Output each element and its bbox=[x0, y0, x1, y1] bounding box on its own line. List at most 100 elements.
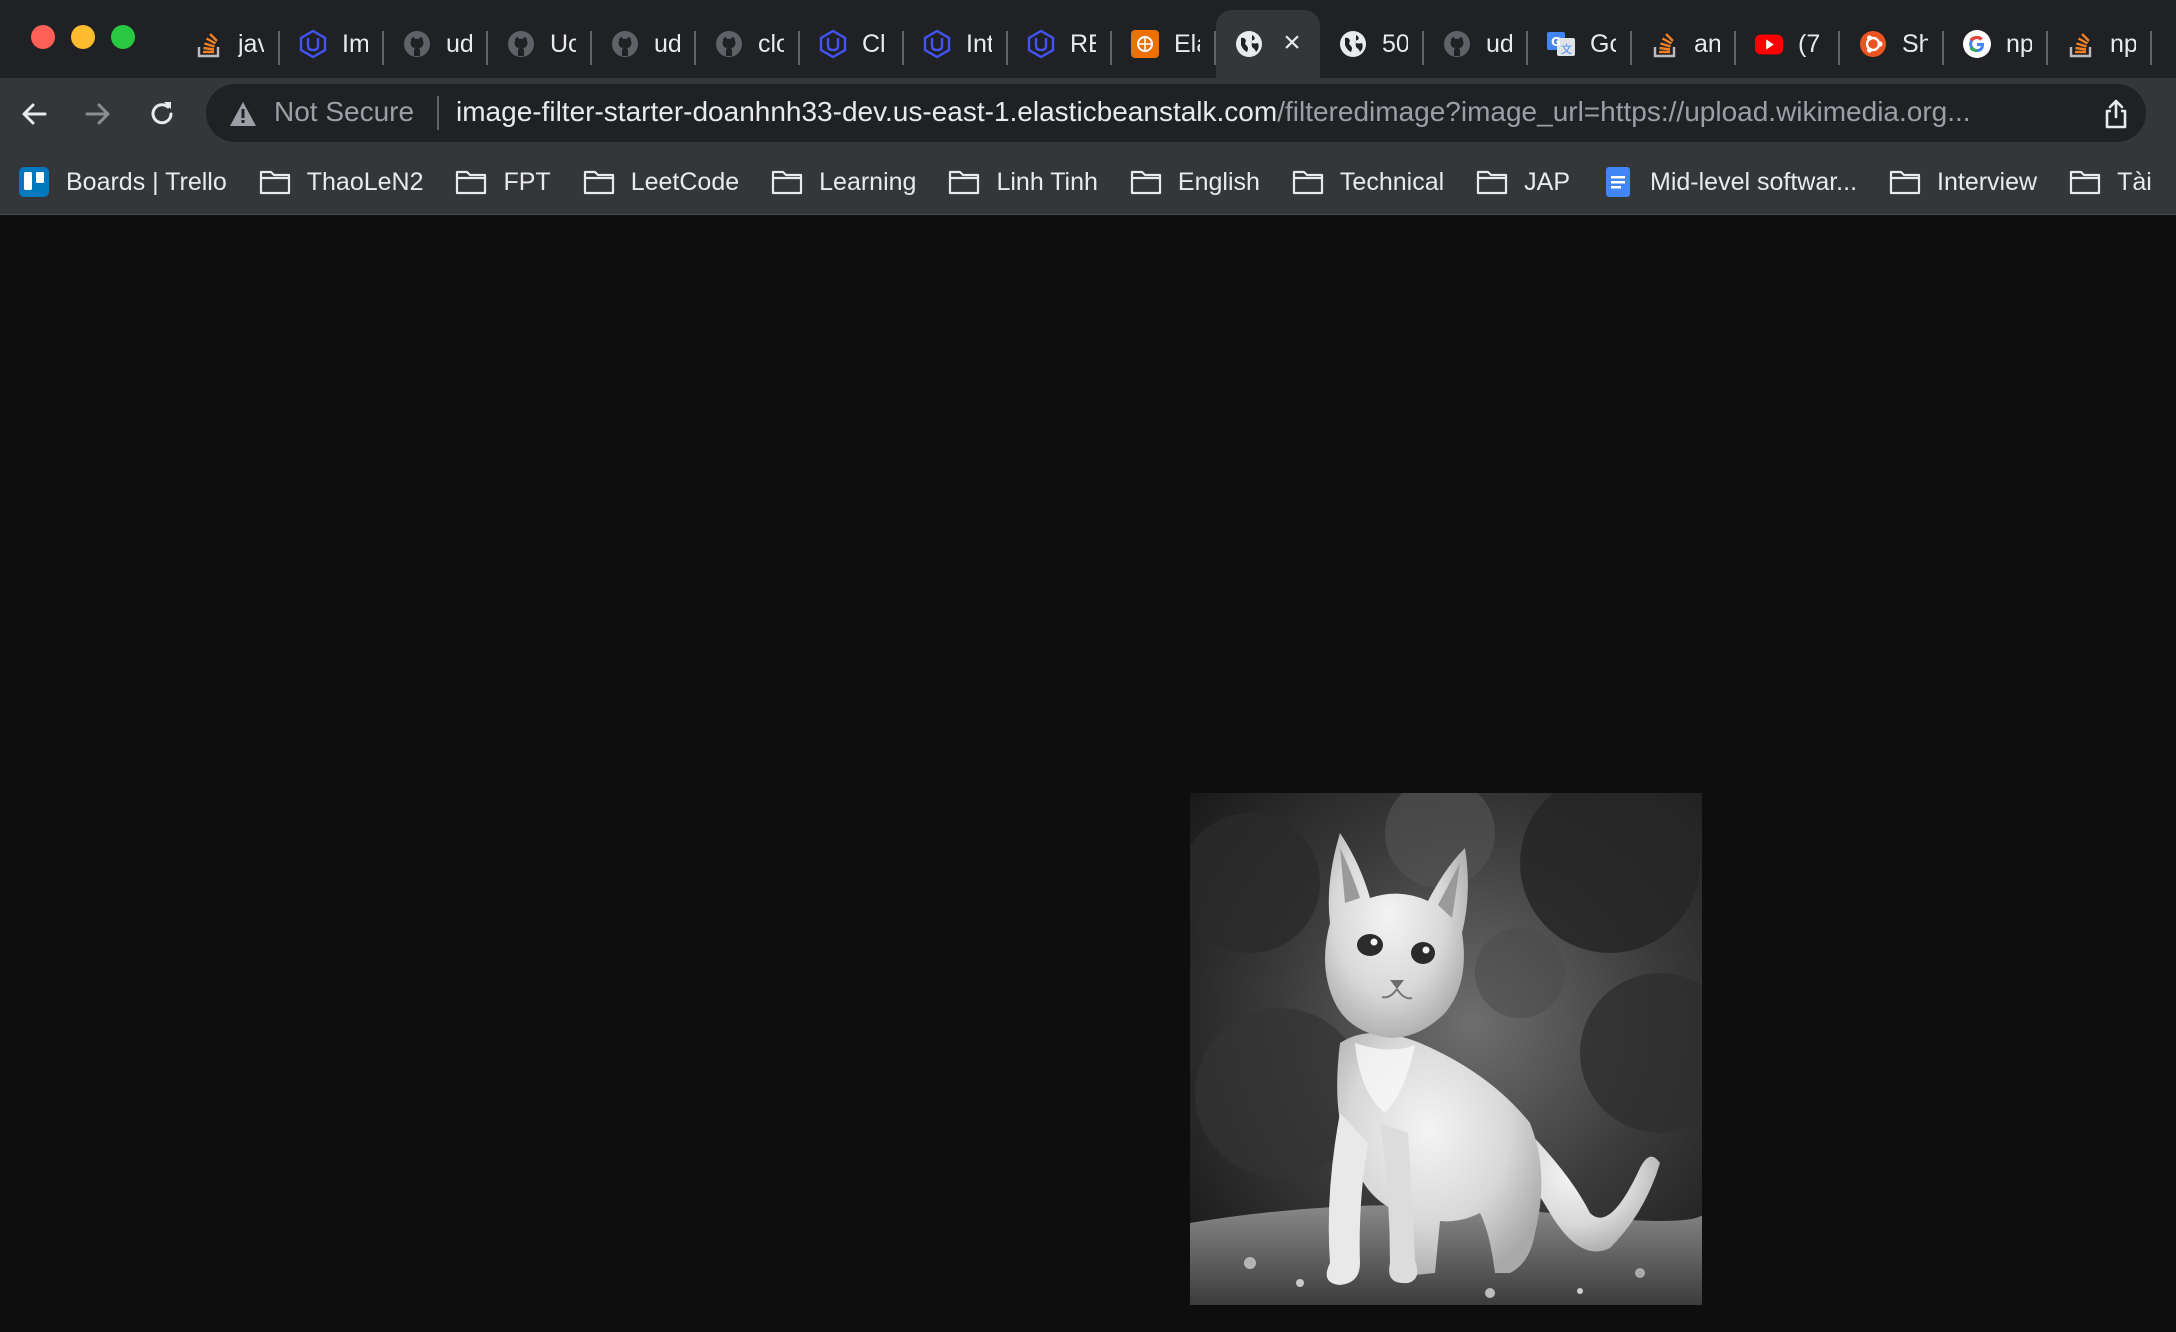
google-docs-icon bbox=[1602, 166, 1634, 198]
tab[interactable]: Sh bbox=[1840, 10, 1944, 78]
bookmark-label: LeetCode bbox=[630, 167, 740, 196]
tab[interactable]: Uc bbox=[488, 10, 592, 78]
back-arrow-icon bbox=[22, 103, 47, 125]
tab[interactable]: clo bbox=[696, 10, 800, 78]
tab-title: ud bbox=[654, 29, 680, 58]
stackoverflow-icon bbox=[1650, 29, 1680, 59]
close-tab-icon[interactable]: × bbox=[1278, 28, 1306, 58]
reload-button[interactable] bbox=[140, 92, 184, 136]
folder-icon bbox=[1130, 166, 1162, 198]
folder-icon bbox=[1292, 166, 1324, 198]
github-icon bbox=[506, 29, 536, 59]
udacity-icon bbox=[298, 29, 328, 59]
stackoverflow-icon bbox=[194, 29, 224, 59]
tab-title: clo bbox=[758, 29, 784, 58]
security-status-label[interactable]: Not Secure bbox=[274, 96, 414, 128]
url-host: image-filter-starter-doanhnh33-dev.us-ea… bbox=[456, 96, 1278, 127]
tab[interactable]: java bbox=[176, 10, 280, 78]
toolbar: Not Secure image-filter-starter-doanhnh3… bbox=[0, 78, 2176, 150]
tab[interactable]: ud bbox=[1424, 10, 1528, 78]
folder-icon bbox=[583, 166, 615, 198]
tab-title: Int bbox=[966, 29, 992, 58]
bookmark-item[interactable]: Mid-level softwar... bbox=[1602, 158, 1889, 206]
bookmark-item[interactable]: JAP bbox=[1476, 158, 1602, 206]
youtube-icon bbox=[1754, 29, 1784, 59]
trello-icon bbox=[18, 166, 50, 198]
tab[interactable]: np bbox=[2048, 10, 2152, 78]
tab[interactable]: ud bbox=[592, 10, 696, 78]
tab[interactable]: np bbox=[1944, 10, 2048, 78]
github-icon bbox=[714, 29, 744, 59]
tab-title: Uc bbox=[550, 29, 576, 58]
tab[interactable]: 50 bbox=[1320, 10, 1424, 78]
bookmark-label: Mid-level softwar... bbox=[1650, 167, 1858, 196]
tab-title: (7 bbox=[1798, 29, 1821, 58]
aws-icon bbox=[1130, 29, 1160, 59]
bookmark-item[interactable]: Interview bbox=[1889, 158, 2069, 206]
browser-chrome: java Im ud Uc ud clo Cl Int RE Ela × 50 ud G文 Gc an (7 Sh… bbox=[0, 0, 2176, 215]
globe-icon bbox=[1338, 29, 1368, 59]
tab[interactable]: an bbox=[1632, 10, 1736, 78]
tab-title: ud bbox=[446, 29, 472, 58]
page-content bbox=[0, 215, 2176, 1332]
reload-icon bbox=[151, 102, 173, 125]
minimize-window-button[interactable] bbox=[71, 25, 95, 49]
bookmark-label: Linh Tinh bbox=[996, 167, 1098, 196]
maximize-window-button[interactable] bbox=[111, 25, 135, 49]
forward-arrow-icon bbox=[85, 103, 110, 125]
udacity-icon bbox=[922, 29, 952, 59]
bookmark-item[interactable]: Boards | Trello bbox=[18, 158, 259, 206]
bookmark-label: Boards | Trello bbox=[66, 167, 227, 196]
ubuntu-icon bbox=[1858, 29, 1888, 59]
tab-title: java bbox=[238, 29, 264, 58]
bookmarks-bar: Boards | Trello ThaoLeN2 FPT LeetCode Learni… bbox=[0, 150, 2176, 214]
tab-strip: java Im ud Uc ud clo Cl Int RE Ela × 50 ud G文 Gc an (7 Sh… bbox=[0, 0, 2176, 78]
share-button[interactable] bbox=[2096, 94, 2136, 134]
bookmark-label: ThaoLeN2 bbox=[306, 167, 424, 196]
tab-title: np bbox=[2110, 29, 2136, 58]
bookmark-item[interactable]: FPT bbox=[455, 158, 582, 206]
tab-title: 50 bbox=[1382, 29, 1408, 58]
tab[interactable]: RE bbox=[1008, 10, 1112, 78]
bookmark-item[interactable]: Linh Tinh bbox=[948, 158, 1129, 206]
stackoverflow-icon bbox=[2066, 29, 2096, 59]
tab[interactable]: ud bbox=[384, 10, 488, 78]
warning-icon[interactable] bbox=[228, 100, 258, 128]
udacity-icon bbox=[1026, 29, 1056, 59]
tab[interactable]: (7 bbox=[1736, 10, 1840, 78]
bookmark-item[interactable]: English bbox=[1130, 158, 1292, 206]
address-bar[interactable]: Not Secure image-filter-starter-doanhnh3… bbox=[206, 84, 2146, 142]
close-window-button[interactable] bbox=[31, 25, 55, 49]
bookmark-item[interactable]: LeetCode bbox=[583, 158, 771, 206]
svg-text:文: 文 bbox=[1561, 42, 1572, 56]
bookmark-label: JAP bbox=[1524, 167, 1571, 196]
github-icon bbox=[1442, 29, 1472, 59]
url-path: /filteredimage?image_url=https://upload.… bbox=[1277, 96, 1971, 127]
tab[interactable]: Cl bbox=[800, 10, 904, 78]
bookmark-item[interactable]: Tài bbox=[2069, 158, 2176, 206]
forward-button[interactable] bbox=[76, 92, 120, 136]
tab-list: java Im ud Uc ud clo Cl Int RE Ela × 50 ud G文 Gc an (7 Sh… bbox=[176, 10, 2152, 78]
address-separator bbox=[437, 96, 439, 130]
tab-title: ud bbox=[1486, 29, 1512, 58]
tab-active[interactable]: × bbox=[1216, 10, 1320, 78]
tab-title: Sh bbox=[1902, 29, 1928, 58]
tab[interactable]: Int bbox=[904, 10, 1008, 78]
filtered-image[interactable] bbox=[1190, 793, 1702, 1305]
tab[interactable]: G 文 Gc bbox=[1528, 10, 1632, 78]
tab[interactable]: Im bbox=[280, 10, 384, 78]
google-icon bbox=[1962, 29, 1992, 59]
bookmark-label: Technical bbox=[1339, 167, 1445, 196]
google-translate-icon: G文 bbox=[1546, 29, 1576, 59]
folder-icon bbox=[455, 166, 487, 198]
back-button[interactable] bbox=[12, 92, 56, 136]
tab[interactable]: Ela bbox=[1112, 10, 1216, 78]
url-text[interactable]: image-filter-starter-doanhnh33-dev.us-ea… bbox=[456, 96, 2076, 128]
bookmark-item[interactable]: ThaoLeN2 bbox=[259, 158, 456, 206]
bookmark-item[interactable]: Learning bbox=[771, 158, 948, 206]
globe-icon bbox=[1234, 29, 1264, 59]
bookmark-item[interactable]: Technical bbox=[1292, 158, 1476, 206]
udacity-icon bbox=[818, 29, 848, 59]
folder-icon bbox=[259, 166, 291, 198]
bookmark-label: Tài bbox=[2117, 167, 2152, 196]
